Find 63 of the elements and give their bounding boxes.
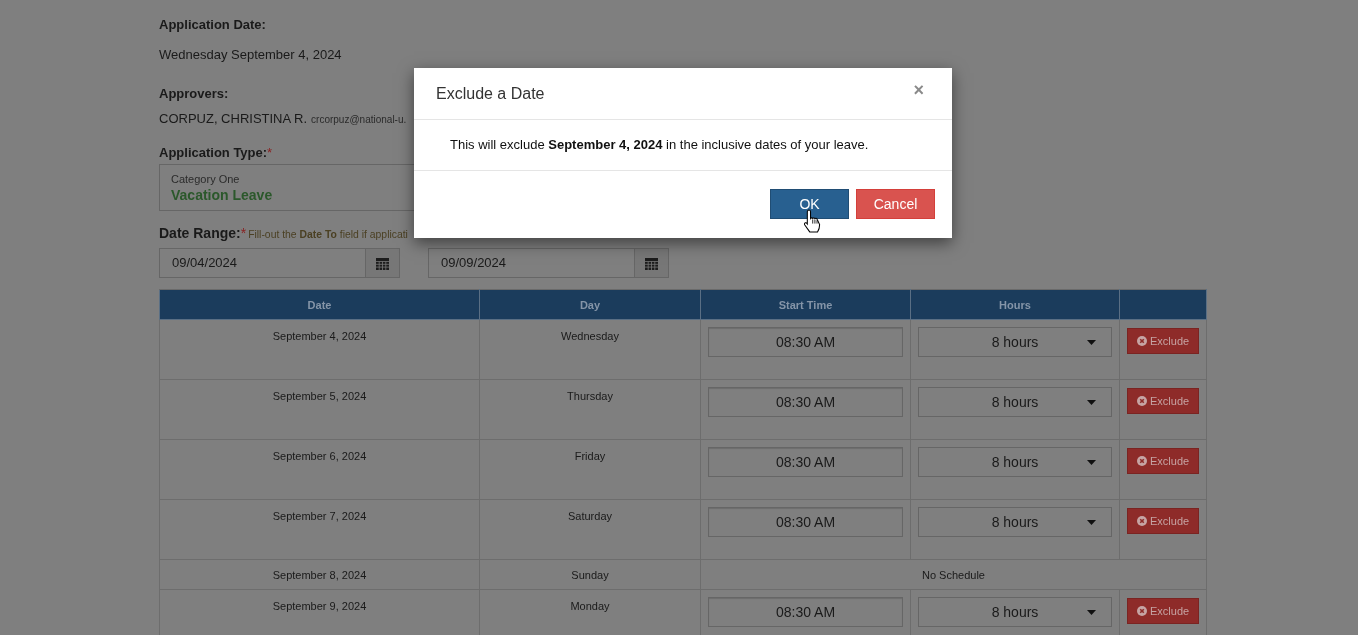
start-time-field[interactable]: 08:30 AM	[708, 447, 903, 477]
caret-icon	[1087, 520, 1096, 525]
calendar-button[interactable]	[634, 248, 669, 278]
start-time-field[interactable]: 08:30 AM	[708, 597, 903, 627]
hours-select[interactable]: 8 hours	[918, 327, 1112, 357]
field-label: Application Type:*	[159, 144, 273, 162]
start-time-field[interactable]: 08:30 AM	[708, 327, 903, 357]
table-cell: September 5, 2024	[159, 379, 480, 440]
table-cell: September 6, 2024	[159, 439, 480, 500]
date-from-field[interactable]: 09/04/2024	[159, 248, 365, 278]
caret-icon	[1087, 460, 1096, 465]
ok-button[interactable]: OK	[770, 189, 849, 219]
hand-cursor-icon	[803, 209, 821, 234]
hours-select[interactable]: 8 hours	[918, 597, 1112, 627]
field-label: Approvers:	[159, 85, 229, 103]
table-cell: September 9, 2024	[159, 589, 480, 635]
column-header: Day	[479, 289, 701, 320]
calendar-icon	[645, 256, 658, 270]
table-cell: Wednesday	[479, 319, 701, 380]
exclude-button[interactable]: Exclude	[1127, 328, 1199, 354]
column-header: Start Time	[700, 289, 911, 320]
calendar-button[interactable]	[365, 248, 400, 278]
remove-circle-icon	[1137, 396, 1147, 406]
application-date-text: Wednesday September 4, 2024	[159, 46, 342, 64]
table-cell: Saturday	[479, 499, 701, 560]
table-cell: No Schedule	[700, 559, 1207, 590]
table-cell: Thursday	[479, 379, 701, 440]
approver-name: CORPUZ, CHRISTINA R.	[159, 110, 308, 128]
field-label: Date Range:*	[159, 224, 247, 242]
caret-icon	[1087, 400, 1096, 405]
table-cell: September 4, 2024	[159, 319, 480, 380]
close-button[interactable]: ×	[913, 80, 924, 99]
leave-type-text: Vacation Leave	[171, 186, 273, 204]
exclude-button[interactable]: Exclude	[1127, 388, 1199, 414]
cancel-button[interactable]: Cancel	[856, 189, 935, 219]
table-cell: September 8, 2024	[159, 559, 480, 590]
category-text: Category One	[171, 172, 240, 186]
modal-title: Exclude a Date	[436, 84, 545, 103]
hint-text: Fill-out the Date To field if applicati	[248, 228, 408, 242]
date-to-field[interactable]: 09/09/2024	[428, 248, 634, 278]
column-header: Date	[159, 289, 480, 320]
hours-select[interactable]: 8 hours	[918, 447, 1112, 477]
table-cell: Friday	[479, 439, 701, 500]
table-cell: September 7, 2024	[159, 499, 480, 560]
remove-circle-icon	[1137, 516, 1147, 526]
start-time-field[interactable]: 08:30 AM	[708, 387, 903, 417]
modal-message: This will exclude September 4, 2024 in the inclusive dates of your leave.	[450, 136, 869, 154]
remove-circle-icon	[1137, 336, 1147, 346]
calendar-icon	[376, 256, 389, 270]
table-cell: Sunday	[479, 559, 701, 590]
caret-icon	[1087, 610, 1096, 615]
field-label: Application Date:	[159, 16, 266, 34]
remove-circle-icon	[1137, 456, 1147, 466]
remove-circle-icon	[1137, 606, 1147, 616]
start-time-field[interactable]: 08:30 AM	[708, 507, 903, 537]
exclude-button[interactable]: Exclude	[1127, 508, 1199, 534]
exclude-button[interactable]: Exclude	[1127, 448, 1199, 474]
caret-icon	[1087, 340, 1096, 345]
column-header: Hours	[910, 289, 1120, 320]
exclude-button[interactable]: Exclude	[1127, 598, 1199, 624]
hours-select[interactable]: 8 hours	[918, 387, 1112, 417]
hours-select[interactable]: 8 hours	[918, 507, 1112, 537]
approver-email: crcorpuz@national-u.	[311, 113, 407, 127]
